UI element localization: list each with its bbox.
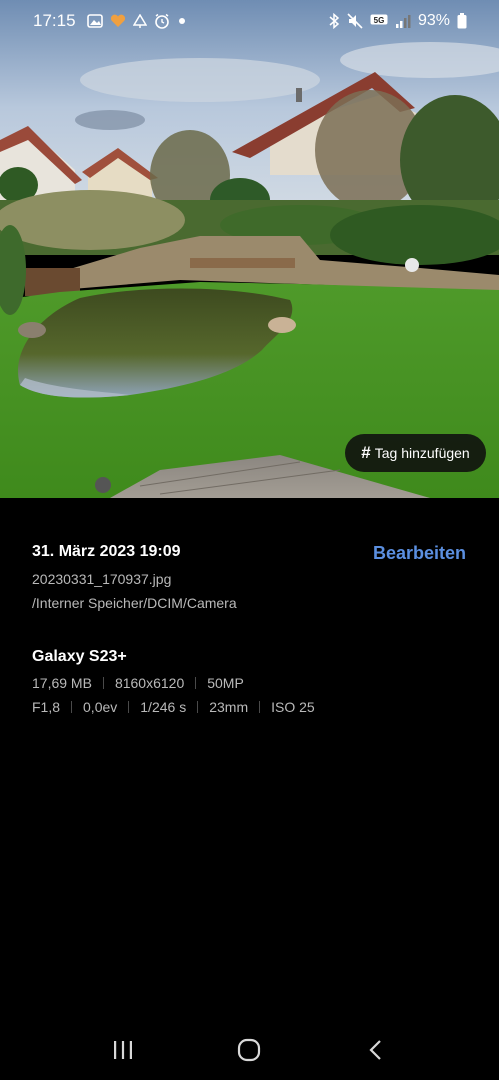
device-name: Galaxy S23+ — [32, 648, 127, 665]
tree-icon — [132, 13, 147, 29]
signal-icon — [395, 14, 411, 28]
recents-icon — [114, 1041, 133, 1059]
status-bar-right: 5G 93% — [328, 12, 467, 30]
heart-icon — [110, 14, 126, 28]
divider — [197, 701, 199, 713]
image-icon — [86, 14, 103, 28]
add-tag-button[interactable]: # Tag hinzufügen — [345, 434, 486, 472]
divider — [102, 677, 104, 689]
aperture: F1,8 — [32, 699, 61, 715]
navigation-bar — [0, 1020, 499, 1080]
capture-date: 31. März 2023 19:09 — [32, 543, 181, 560]
battery-percent: 93% — [417, 12, 450, 29]
divider — [195, 677, 197, 689]
image-specs: 17,69 MB 8160x6120 50MP — [32, 675, 244, 691]
status-bar-left: 17:15 — [33, 11, 187, 31]
status-bar: 17:15 5G 93% — [0, 0, 499, 42]
file-name: 20230331_170937.jpg — [32, 571, 172, 587]
edit-button[interactable]: Bearbeiten — [373, 543, 466, 564]
divider — [259, 701, 261, 713]
add-tag-label: Tag hinzufügen — [374, 445, 470, 461]
back-button[interactable] — [351, 1025, 401, 1075]
alarm-icon — [154, 13, 170, 29]
home-icon — [238, 1038, 261, 1062]
divider — [128, 701, 130, 713]
hash-icon: # — [361, 443, 371, 462]
file-path: /Interner Speicher/DCIM/Camera — [32, 595, 237, 611]
recent-apps-button[interactable] — [98, 1025, 148, 1075]
divider — [71, 701, 73, 713]
iso: ISO 25 — [271, 699, 315, 715]
megapixels: 50MP — [207, 675, 244, 691]
svg-text:5G: 5G — [374, 16, 385, 25]
photo-preview[interactable]: 17:15 5G 93% # Tag hinzufügen — [0, 0, 499, 498]
camera-specs: F1,8 0,0ev 1/246 s 23mm ISO 25 — [32, 699, 315, 715]
shutter-speed: 1/246 s — [140, 699, 187, 715]
dot-icon — [177, 16, 187, 26]
status-time: 17:15 — [33, 11, 76, 30]
5g-icon: 5G — [370, 14, 388, 28]
back-icon — [369, 1040, 381, 1060]
garden-pond-photo — [0, 0, 499, 498]
mute-icon — [347, 13, 363, 29]
battery-icon — [457, 13, 467, 29]
resolution: 8160x6120 — [114, 675, 185, 691]
file-size: 17,69 MB — [32, 675, 92, 691]
home-button[interactable] — [224, 1025, 274, 1075]
exposure-value: 0,0ev — [83, 699, 118, 715]
bluetooth-icon — [328, 13, 340, 29]
focal-length: 23mm — [209, 699, 249, 715]
